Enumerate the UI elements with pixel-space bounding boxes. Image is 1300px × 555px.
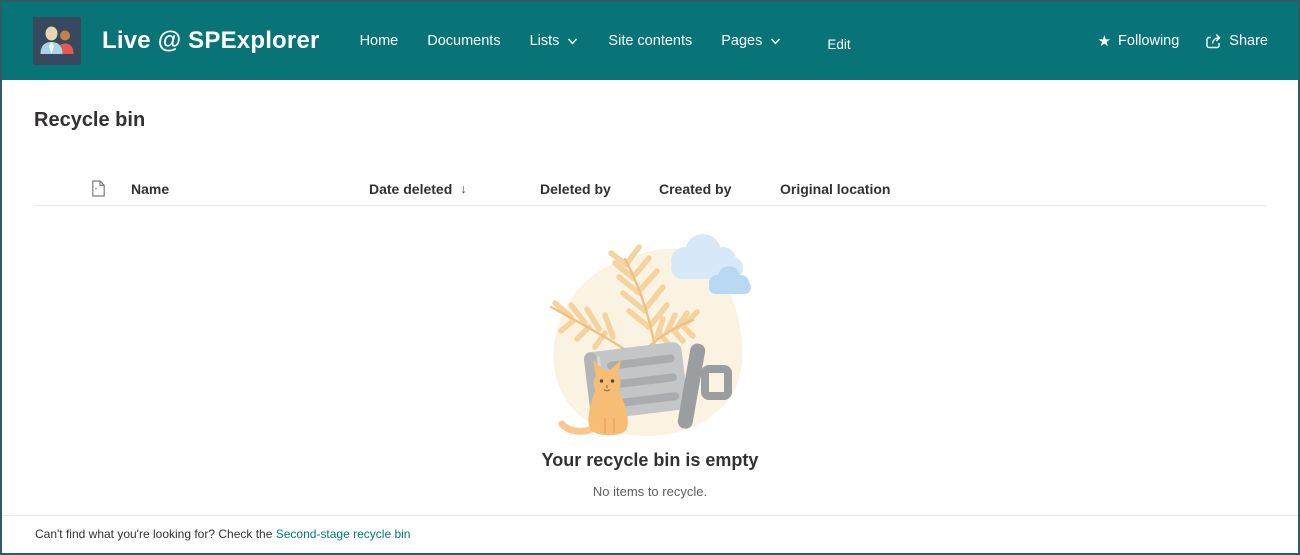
column-header-original-location[interactable]: Original location: [780, 181, 1266, 197]
table-header-row: Name Date deleted ↓ Deleted by Created b…: [34, 172, 1266, 206]
column-header-date-deleted[interactable]: Date deleted ↓: [369, 181, 540, 197]
recycle-bin-page: Live @ SPExplorer Home Documents Lists S…: [0, 0, 1300, 555]
column-header-file-type[interactable]: [34, 180, 131, 197]
share-icon: [1206, 34, 1221, 49]
chevron-down-icon: [568, 38, 578, 45]
nav-item-label: Pages: [721, 33, 763, 49]
nav-item-documents[interactable]: Documents: [427, 33, 500, 49]
main-content: Recycle bin Name Date deleted ↓ Deleted …: [2, 109, 1298, 499]
nav-item-label: Lists: [529, 33, 560, 49]
share-label: Share: [1229, 33, 1268, 49]
footer: Can't find what you're looking for? Chec…: [2, 515, 1298, 553]
empty-state: Your recycle bin is empty No items to re…: [34, 231, 1266, 499]
chevron-down-icon: [771, 38, 781, 45]
nav-item-pages[interactable]: Pages: [721, 33, 782, 49]
top-nav: Home Documents Lists Site contents Pages…: [360, 31, 851, 52]
nav-item-site-contents[interactable]: Site contents: [608, 33, 692, 49]
following-label: Following: [1118, 33, 1180, 49]
column-header-created-by[interactable]: Created by: [659, 181, 780, 197]
empty-state-title: Your recycle bin is empty: [541, 450, 759, 470]
site-header: Live @ SPExplorer Home Documents Lists S…: [2, 2, 1298, 80]
document-icon: [92, 180, 105, 197]
nav-item-lists[interactable]: Lists: [530, 33, 580, 49]
header-actions: ★ Following Share: [1098, 32, 1268, 50]
nav-item-home[interactable]: Home: [360, 33, 399, 49]
nav-edit-button[interactable]: Edit: [827, 31, 850, 52]
second-stage-recycle-bin-link[interactable]: Second-stage recycle bin: [276, 527, 411, 541]
column-label: Date deleted: [369, 180, 453, 197]
footer-help-text: Can't find what you're looking for? Chec…: [35, 527, 276, 541]
column-header-name[interactable]: Name: [131, 181, 369, 197]
site-title[interactable]: Live @ SPExplorer: [102, 27, 320, 55]
trash-can-cat-clouds-illustration: [549, 234, 751, 436]
empty-state-subtitle: No items to recycle.: [592, 484, 708, 499]
star-icon: ★: [1097, 32, 1112, 50]
page-title: Recycle bin: [34, 109, 146, 131]
two-people-icon: [33, 17, 81, 65]
column-header-deleted-by[interactable]: Deleted by: [540, 181, 659, 197]
share-button[interactable]: Share: [1204, 32, 1268, 50]
following-button[interactable]: ★ Following: [1098, 33, 1180, 49]
sort-descending-icon: ↓: [460, 181, 467, 196]
site-logo[interactable]: [33, 17, 81, 65]
